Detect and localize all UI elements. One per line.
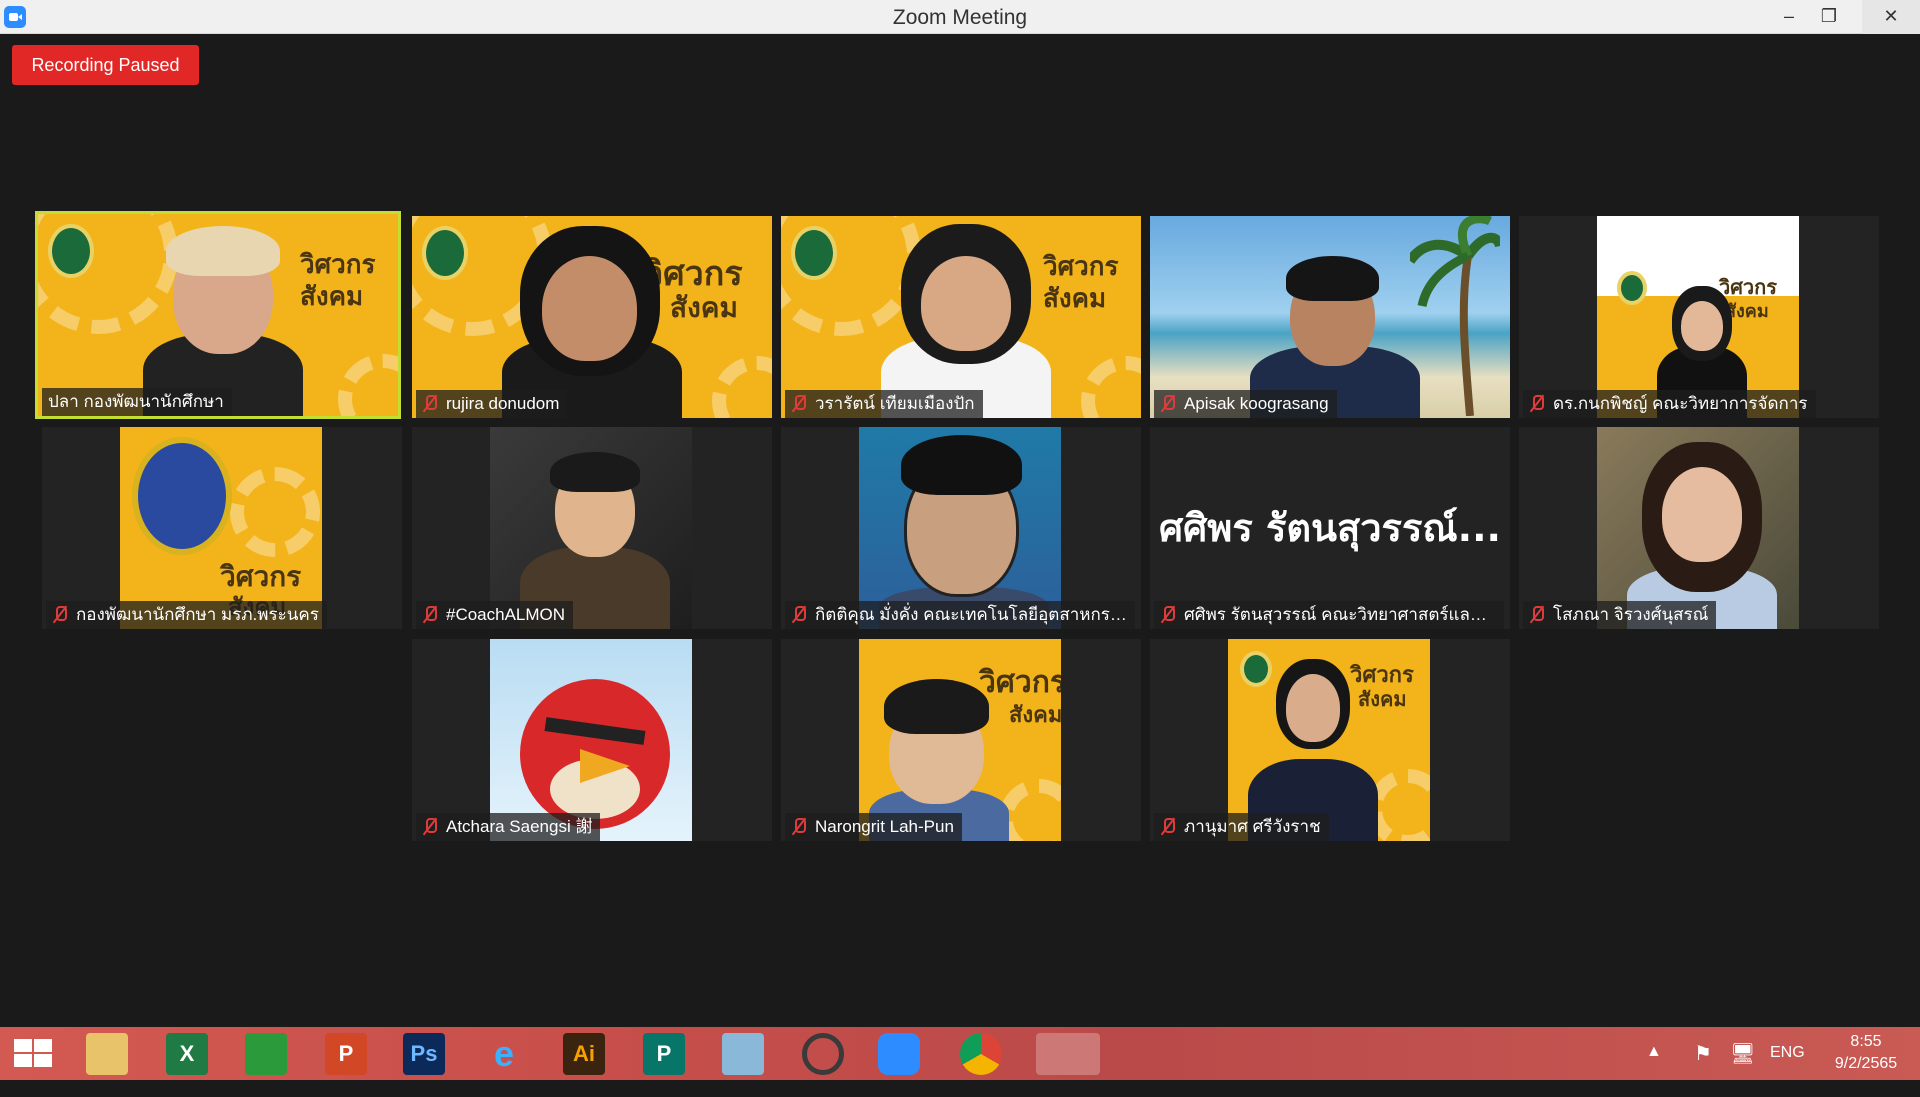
video-background: วิศวกร สังคม	[1597, 216, 1799, 418]
video-tile-2[interactable]: วิศวกร สังคม rujira donudom	[412, 216, 772, 418]
paint-icon[interactable]	[722, 1033, 764, 1075]
restore-button[interactable]: ❐	[1806, 0, 1852, 34]
video-tile-7[interactable]: #CoachALMON	[412, 427, 772, 629]
video-tile-6[interactable]: วิศวกร สังคม กองพัฒนานักศึกษา มรภ.พระนคร	[42, 427, 402, 629]
participant-name: กองพัฒนานักศึกษา มรภ.พระนคร	[46, 601, 327, 629]
clock-time: 8:55	[1850, 1033, 1882, 1050]
participant-name: ปลา กองพัฒนานักศึกษา	[42, 388, 232, 416]
video-tile-5[interactable]: วิศวกร สังคม ดร.กนกพิชญ์ คณะวิทยาการจัดก…	[1519, 216, 1879, 418]
input-language[interactable]: ENG	[1770, 1044, 1805, 1097]
video-background	[490, 639, 692, 841]
participant-display-name: ศศิพร รัตนสุวรรณ์...	[1159, 506, 1501, 550]
close-button[interactable]: ✕	[1862, 0, 1920, 34]
mic-muted-icon	[791, 394, 807, 412]
video-tile-9[interactable]: ศศิพร รัตนสุวรรณ์... ศศิพร รัตนสุวรรณ์ ค…	[1150, 427, 1510, 629]
video-background	[490, 427, 692, 629]
store-icon[interactable]	[245, 1033, 287, 1075]
video-tile-12[interactable]: วิศวกร สังคม Narongrit Lah-Pun	[781, 639, 1141, 841]
minimize-icon: –	[1783, 6, 1794, 26]
participant-name: ภานุมาศ ศรีวังราช	[1154, 813, 1329, 841]
mic-muted-icon	[1160, 605, 1176, 623]
mic-muted-icon	[422, 394, 438, 412]
internet-explorer-icon[interactable]: e	[483, 1033, 525, 1075]
video-background: วิศวกร สังคม	[120, 427, 322, 629]
video-tile-3[interactable]: วิศวกร สังคม วรารัตน์ เทียมเมืองปัก	[781, 216, 1141, 418]
mic-muted-icon	[791, 605, 807, 623]
participant-name: กิตติคุณ มั่งคั่ง คณะเทคโนโลยีอุตสาหกรรม	[785, 601, 1135, 629]
powerpoint-icon[interactable]: P	[325, 1033, 367, 1075]
window-title: Zoom Meeting	[892, 6, 1028, 29]
video-tile-10[interactable]: โสภณา จิรวงศ์นุสรณ์	[1519, 427, 1879, 629]
participant-name: โสภณา จิรวงศ์นุสรณ์	[1523, 601, 1717, 629]
video-background	[859, 427, 1061, 629]
mic-muted-icon	[52, 605, 68, 623]
show-hidden-icons-button[interactable]: ▲	[1646, 1043, 1662, 1096]
video-tile-13[interactable]: วิศวกร สังคม ภานุมาศ ศรีวังราช	[1150, 639, 1510, 841]
title-bar: Zoom Meeting – ❐ ✕	[0, 0, 1920, 34]
video-background: วิศวกร สังคม	[412, 216, 772, 418]
video-background: วิศวกร สังคม	[781, 216, 1141, 418]
participant-name: Apisak koograsang	[1154, 390, 1337, 418]
video-background	[1150, 216, 1510, 418]
mic-muted-icon	[422, 817, 438, 835]
video-background: วิศวกร สังคม	[859, 639, 1061, 841]
chrome-icon[interactable]	[960, 1033, 1002, 1075]
video-tile-11[interactable]: Atchara Saengsi 謝	[412, 639, 772, 841]
recording-status-badge[interactable]: Recording Paused	[12, 45, 199, 85]
video-tile-8[interactable]: กิตติคุณ มั่งคั่ง คณะเทคโนโลยีอุตสาหกรรม	[781, 427, 1141, 629]
close-icon: ✕	[1883, 6, 1899, 26]
mic-muted-icon	[791, 817, 807, 835]
video-background: วิศวกร สังคม	[1228, 639, 1430, 841]
video-tile-4[interactable]: Apisak koograsang	[1150, 216, 1510, 418]
file-explorer-icon[interactable]	[86, 1033, 128, 1075]
windows-taskbar: X P Ps e Ai P ▲ ⚑ 🖥 ENG 8:55 9/2/2565	[0, 1027, 1920, 1080]
clock-date: 9/2/2565	[1834, 1055, 1898, 1072]
video-tile-1[interactable]: วิศวกร สังคม ปลา กองพัฒนานักศึกษา	[35, 211, 401, 419]
illustrator-icon[interactable]: Ai	[563, 1033, 605, 1075]
participant-name: Narongrit Lah-Pun	[785, 813, 962, 841]
photoscape-icon[interactable]	[802, 1033, 844, 1075]
mic-muted-icon	[422, 605, 438, 623]
palm-tree-icon	[1410, 216, 1500, 416]
mic-muted-icon	[1160, 394, 1176, 412]
participant-name: #CoachALMON	[416, 601, 574, 629]
publisher-icon[interactable]: P	[643, 1033, 685, 1075]
video-background: วิศวกร สังคม	[38, 214, 398, 416]
action-center-flag-icon[interactable]: ⚑	[1694, 1041, 1712, 1094]
video-background	[1597, 427, 1799, 629]
university-logo	[132, 437, 232, 555]
mic-muted-icon	[1160, 817, 1176, 835]
mic-muted-icon	[1529, 605, 1545, 623]
participant-name: ศศิพร รัตนสุวรรณ์ คณะวิทยาศาสตร์และเทคโน…	[1154, 601, 1504, 629]
clock[interactable]: 8:55 9/2/2565	[1826, 1031, 1906, 1084]
start-button[interactable]	[14, 1039, 54, 1069]
network-icon[interactable]: 🖥	[1730, 1041, 1755, 1094]
participant-name: rujira donudom	[416, 390, 568, 418]
office-icon[interactable]	[1036, 1033, 1100, 1075]
participant-name: Atchara Saengsi 謝	[416, 813, 601, 841]
restore-icon: ❐	[1820, 6, 1838, 26]
excel-icon[interactable]: X	[166, 1033, 208, 1075]
participant-name: วรารัตน์ เทียมเมืองปัก	[785, 390, 983, 418]
zoom-icon[interactable]	[878, 1033, 920, 1075]
participant-name: ดร.กนกพิชญ์ คณะวิทยาการจัดการ	[1523, 390, 1816, 418]
photoshop-icon[interactable]: Ps	[403, 1033, 445, 1075]
mic-muted-icon	[1529, 394, 1545, 412]
